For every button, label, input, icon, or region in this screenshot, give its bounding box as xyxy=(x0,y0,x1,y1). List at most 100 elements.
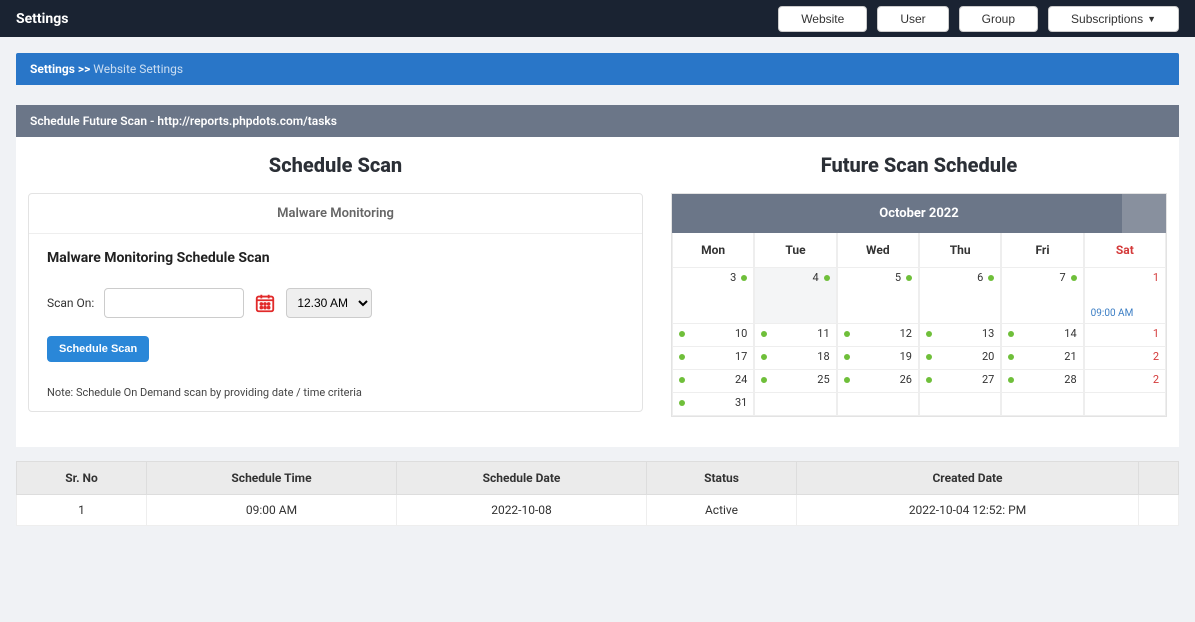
calendar-cell[interactable]: 10 xyxy=(672,324,754,347)
event-dot-icon xyxy=(844,331,850,337)
event-dot-icon xyxy=(761,354,767,360)
scan-time-select[interactable]: 12.30 AM xyxy=(286,288,372,318)
calendar-day-number: 7 xyxy=(1059,271,1065,284)
nav-user-label: User xyxy=(900,12,925,26)
event-dot-icon xyxy=(844,354,850,360)
cell-created: 2022-10-04 12:52: PM xyxy=(797,495,1139,526)
cell-time: 09:00 AM xyxy=(147,495,397,526)
event-dot-icon xyxy=(741,275,747,281)
calendar-cell[interactable] xyxy=(919,393,1001,416)
calendar-day-number: 27 xyxy=(982,373,994,386)
event-dot-icon xyxy=(844,377,850,383)
nav-website-button[interactable]: Website xyxy=(778,6,867,32)
calendar-cell[interactable]: 21 xyxy=(1001,347,1083,370)
calendar-day-number: 5 xyxy=(895,271,901,284)
calendar-day-number: 4 xyxy=(812,271,818,284)
th-created: Created Date xyxy=(797,462,1139,495)
schedule-card-tab[interactable]: Malware Monitoring xyxy=(29,194,642,234)
calendar-cell[interactable]: 4 xyxy=(754,268,836,324)
breadcrumb-root[interactable]: Settings xyxy=(30,62,75,76)
schedule-card: Malware Monitoring Malware Monitoring Sc… xyxy=(28,193,643,412)
topbar: Settings Website User Group Subscription… xyxy=(0,0,1195,37)
calendar: October 2022 Mon Tue Wed Thu Fri Sat 345… xyxy=(671,193,1167,417)
calendar-next-button[interactable] xyxy=(1122,194,1166,233)
event-dot-icon xyxy=(824,275,830,281)
calendar-cell[interactable]: 27 xyxy=(919,370,1001,393)
calendar-day-number: 6 xyxy=(977,271,983,284)
calendar-cell[interactable]: 2 xyxy=(1084,370,1166,393)
calendar-day-number: 12 xyxy=(900,327,912,340)
calendar-cell[interactable] xyxy=(1084,393,1166,416)
th-date: Schedule Date xyxy=(397,462,647,495)
calendar-day-number: 10 xyxy=(735,327,747,340)
calendar-cell[interactable]: 19 xyxy=(837,347,919,370)
cal-head-wed: Wed xyxy=(837,233,919,268)
calendar-cell[interactable]: 2 xyxy=(1084,347,1166,370)
calendar-day-number: 2 xyxy=(1153,350,1159,363)
calendar-cell[interactable] xyxy=(754,393,836,416)
cell-srno: 1 xyxy=(17,495,147,526)
breadcrumb: Settings >> Website Settings xyxy=(16,53,1179,85)
event-dot-icon xyxy=(761,377,767,383)
calendar-cell[interactable]: 11 xyxy=(754,324,836,347)
calendar-cell[interactable]: 26 xyxy=(837,370,919,393)
schedule-scan-button[interactable]: Schedule Scan xyxy=(47,336,149,362)
event-dot-icon xyxy=(679,331,685,337)
calendar-cell[interactable]: 17 xyxy=(672,347,754,370)
nav-user-button[interactable]: User xyxy=(877,6,948,32)
table-row: 109:00 AM2022-10-08Active2022-10-04 12:5… xyxy=(17,495,1179,526)
calendar-cell[interactable]: 7 xyxy=(1001,268,1083,324)
cal-head-tue: Tue xyxy=(754,233,836,268)
calendar-cell[interactable]: 20 xyxy=(919,347,1001,370)
event-dot-icon xyxy=(906,275,912,281)
calendar-day-number: 17 xyxy=(735,350,747,363)
calendar-cell[interactable]: 18 xyxy=(754,347,836,370)
calendar-cell[interactable]: 31 xyxy=(672,393,754,416)
calendar-cell[interactable]: 28 xyxy=(1001,370,1083,393)
calendar-cell[interactable]: 5 xyxy=(837,268,919,324)
cal-head-sat: Sat xyxy=(1084,233,1166,268)
th-status: Status xyxy=(647,462,797,495)
schedule-table: Sr. No Schedule Time Schedule Date Statu… xyxy=(16,461,1179,526)
event-dot-icon xyxy=(761,331,767,337)
scan-date-input[interactable] xyxy=(104,288,244,318)
cal-head-mon: Mon xyxy=(672,233,754,268)
calendar-day-number: 2 xyxy=(1153,373,1159,386)
calendar-cell[interactable]: 25 xyxy=(754,370,836,393)
calendar-cell[interactable]: 6 xyxy=(919,268,1001,324)
calendar-cell[interactable]: 24 xyxy=(672,370,754,393)
panel-body: Schedule Scan Malware Monitoring Malware… xyxy=(16,137,1179,447)
nav-subscriptions-button[interactable]: Subscriptions ▼ xyxy=(1048,6,1179,32)
calendar-month-header: October 2022 xyxy=(672,194,1166,233)
cell-actions[interactable] xyxy=(1139,495,1179,526)
calendar-day-number: 28 xyxy=(1064,373,1076,386)
calendar-day-number: 3 xyxy=(730,271,736,284)
breadcrumb-sep: >> xyxy=(78,62,90,76)
calendar-event[interactable]: 09:00 AM xyxy=(1091,308,1134,319)
calendar-icon[interactable] xyxy=(254,292,276,314)
event-dot-icon xyxy=(926,377,932,383)
calendar-day-number: 21 xyxy=(1064,350,1076,363)
calendar-cell[interactable]: 12 xyxy=(837,324,919,347)
event-dot-icon xyxy=(1008,377,1014,383)
nav-subscriptions-label: Subscriptions xyxy=(1071,12,1143,26)
event-dot-icon xyxy=(679,377,685,383)
calendar-cell[interactable]: 3 xyxy=(672,268,754,324)
event-dot-icon xyxy=(1071,275,1077,281)
calendar-day-number: 13 xyxy=(982,327,994,340)
schedule-column: Schedule Scan Malware Monitoring Malware… xyxy=(28,151,643,417)
calendar-cell[interactable]: 14 xyxy=(1001,324,1083,347)
calendar-cell[interactable]: 13 xyxy=(919,324,1001,347)
cell-date: 2022-10-08 xyxy=(397,495,647,526)
event-dot-icon xyxy=(1008,331,1014,337)
nav-group-button[interactable]: Group xyxy=(959,6,1038,32)
event-dot-icon xyxy=(679,400,685,406)
nav-group-label: Group xyxy=(982,12,1015,26)
content: Settings >> Website Settings Schedule Fu… xyxy=(0,37,1195,526)
calendar-cell[interactable] xyxy=(837,393,919,416)
calendar-cell[interactable]: 109:00 AM xyxy=(1084,268,1166,324)
calendar-cell[interactable] xyxy=(1001,393,1083,416)
calendar-cell[interactable]: 1 xyxy=(1084,324,1166,347)
schedule-note: Note: Schedule On Demand scan by providi… xyxy=(47,386,624,399)
scan-on-label: Scan On: xyxy=(47,296,94,310)
